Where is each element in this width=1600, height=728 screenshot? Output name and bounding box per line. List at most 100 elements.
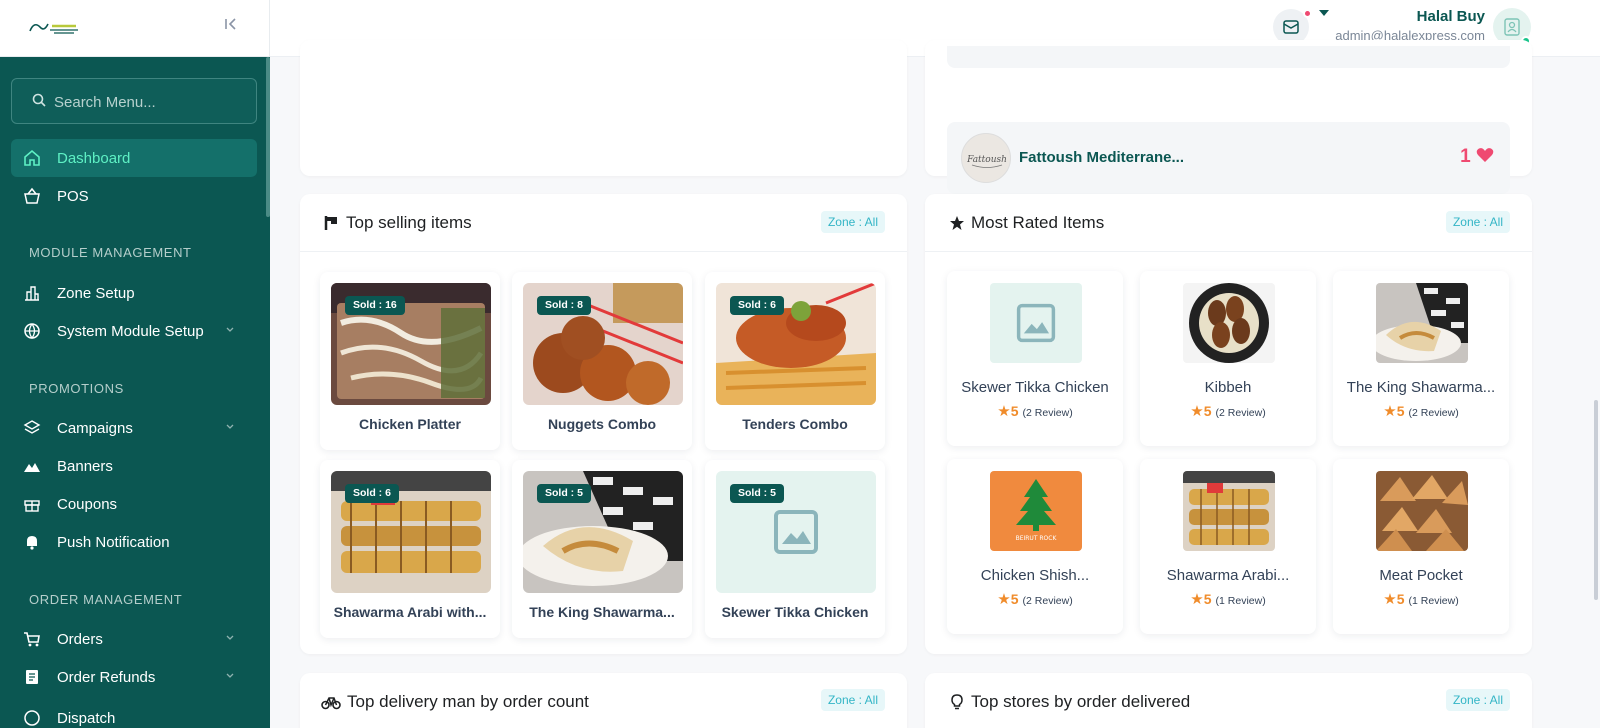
notification-dot (1303, 9, 1312, 18)
item-rating: ★5 (2 Review) (1333, 402, 1509, 420)
card-title-text: Top delivery man by order count (347, 692, 589, 711)
zone-badge: Zone : All (1445, 689, 1510, 711)
sidebar-item-campaigns[interactable]: Campaigns (11, 409, 257, 447)
image-placeholder-icon (1016, 303, 1056, 343)
rating-value: 5 (1203, 591, 1212, 607)
rating-value: 5 (1010, 591, 1019, 607)
rating-value: 5 (1396, 591, 1405, 607)
store-name: Fattoush Mediterrane... (1019, 149, 1185, 166)
card-title-text: Most Rated Items (971, 213, 1105, 232)
image-placeholder-icon (774, 510, 818, 554)
sidebar-item-banners[interactable]: Banners (11, 447, 257, 485)
review-count: (2 Review) (1022, 407, 1073, 419)
divider (925, 251, 1532, 252)
sidebar-scrollbar[interactable] (266, 57, 270, 217)
bulb-icon (951, 694, 963, 710)
rated-item[interactable]: The King Shawarma... ★5 (2 Review) (1333, 271, 1509, 446)
card-title-text: Top selling items (346, 213, 472, 232)
sidebar-item-system-module-setup[interactable]: System Module Setup (11, 312, 257, 350)
rating-value: 5 (1203, 403, 1212, 419)
sidebar-item-zone-setup[interactable]: Zone Setup (11, 274, 257, 312)
sold-badge: Sold : 5 (537, 484, 591, 503)
section-module-management: MODULE MANAGEMENT (29, 245, 192, 260)
sold-badge: Sold : 6 (345, 484, 399, 503)
sidebar-item-dashboard[interactable]: Dashboard (11, 139, 257, 177)
store-row-previous[interactable] (947, 46, 1510, 68)
sidebar-item-label: Dispatch (57, 709, 116, 727)
previous-card-left (300, 40, 907, 176)
sidebar-item-pos[interactable]: POS (11, 177, 257, 215)
star-icon: ★ (1383, 403, 1397, 420)
caret-down-icon[interactable] (1319, 10, 1329, 16)
rated-item[interactable]: Meat Pocket ★5 (1 Review) (1333, 459, 1509, 634)
top-selling-item[interactable]: Sold : 6 Tenders Combo (705, 272, 885, 450)
top-selling-item[interactable]: Sold : 5 The King Shawarma... (512, 460, 692, 638)
bell-icon (27, 536, 37, 550)
item-name: Shawarma Arabi with... (333, 604, 487, 620)
most-rated-card: Most Rated Items Zone : All Skewer Tikka… (925, 194, 1532, 654)
top-selling-item[interactable]: Sold : 5 Skewer Tikka Chicken (705, 460, 885, 638)
sold-badge: Sold : 8 (537, 296, 591, 315)
top-selling-item[interactable]: Sold : 8 Nuggets Combo (512, 272, 692, 450)
review-count: (1 Review) (1408, 595, 1459, 607)
review-count: (2 Review) (1215, 407, 1266, 419)
collapse-sidebar-button[interactable] (224, 17, 240, 33)
item-image: BEIRUT ROCK (990, 471, 1082, 551)
search-input[interactable] (54, 91, 244, 113)
likes-count: 1 (1460, 146, 1471, 167)
user-icon (1504, 18, 1520, 36)
sidebar-item-label: Zone Setup (57, 284, 135, 302)
top-selling-card: Top selling items Zone : All Sold : 16 C… (300, 194, 907, 654)
item-rating: ★5 (1 Review) (1333, 590, 1509, 608)
receipt-icon (26, 670, 38, 684)
sidebar-item-label: Dashboard (57, 149, 131, 167)
bicycle-icon (321, 697, 341, 710)
rating-value: 5 (1010, 403, 1019, 419)
brand-logo[interactable] (28, 18, 80, 36)
card-title: Top selling items (324, 213, 472, 233)
sidebar-item-dispatch[interactable]: Dispatch (11, 699, 257, 728)
beirut-rock-logo: BEIRUT ROCK (990, 471, 1082, 551)
item-image (1376, 283, 1468, 363)
item-name: Skewer Tikka Chicken (721, 604, 869, 620)
sidebar-item-label: Orders (57, 630, 103, 648)
top-selling-item[interactable]: Sold : 16 Chicken Platter (320, 272, 500, 450)
item-rating: ★5 (2 Review) (1140, 402, 1316, 420)
zone-badge: Zone : All (820, 689, 885, 711)
page-scrollbar[interactable] (1594, 400, 1598, 600)
star-icon: ★ (997, 403, 1011, 420)
rated-item[interactable]: Shawarma Arabi... ★5 (1 Review) (1140, 459, 1316, 634)
svg-text:BEIRUT ROCK: BEIRUT ROCK (1016, 535, 1058, 542)
item-name: Tenders Combo (742, 416, 848, 432)
sidebar-item-push-notification[interactable]: Push Notification (11, 523, 257, 561)
store-likes: 1 (1460, 146, 1494, 168)
item-name: Chicken Platter (359, 416, 461, 432)
sidebar-item-order-refunds[interactable]: Order Refunds (11, 658, 257, 696)
star-icon: ★ (997, 591, 1011, 608)
card-title: Most Rated Items (949, 213, 1104, 233)
user-name[interactable]: Halal Buy (1417, 8, 1485, 25)
collapse-icon (225, 18, 236, 30)
sidebar-item-label: Banners (57, 457, 113, 475)
top-selling-item[interactable]: Sold : 6 Shawarma Arabi with... (320, 460, 500, 638)
rated-item[interactable]: BEIRUT ROCK Chicken Shish... ★5 (2 Review… (947, 459, 1123, 634)
sidebar-item-coupons[interactable]: Coupons (11, 485, 257, 523)
sidebar-item-label: System Module Setup (57, 322, 204, 340)
card-title-text: Top stores by order delivered (971, 692, 1191, 711)
star-icon: ★ (1190, 403, 1204, 420)
svg-text:Fattoush: Fattoush (966, 155, 1007, 165)
rated-item[interactable]: Kibbeh ★5 (2 Review) (1140, 271, 1316, 446)
section-order-management: ORDER MANAGEMENT (29, 592, 183, 607)
sidebar-search[interactable] (11, 78, 257, 124)
review-count: (2 Review) (1022, 595, 1073, 607)
globe-icon (24, 323, 40, 340)
store-row[interactable]: Fattoush Fattoush Mediterrane... 1 (947, 122, 1510, 194)
sidebar-item-label: Order Refunds (57, 668, 156, 686)
sidebar-item-orders[interactable]: Orders (11, 620, 257, 658)
search-icon (32, 93, 46, 107)
item-image (1183, 471, 1275, 551)
zone-badge: Zone : All (820, 211, 885, 233)
star-icon: ★ (1383, 591, 1397, 608)
item-name: The King Shawarma... (1346, 379, 1496, 396)
rated-item[interactable]: Skewer Tikka Chicken ★5 (2 Review) (947, 271, 1123, 446)
